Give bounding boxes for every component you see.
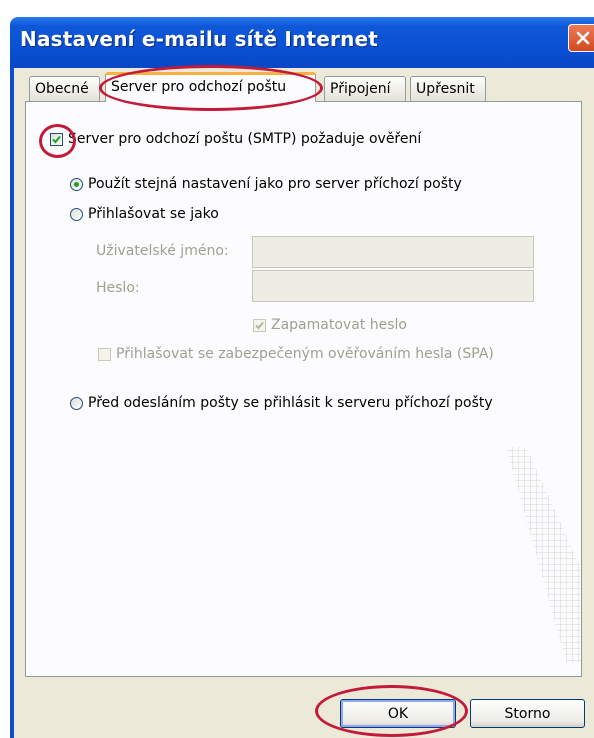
check-icon bbox=[255, 321, 264, 329]
password-field[interactable] bbox=[252, 270, 534, 302]
password-input[interactable] bbox=[253, 271, 533, 301]
remember-password-checkbox[interactable] bbox=[253, 318, 266, 332]
close-button[interactable] bbox=[568, 24, 594, 52]
radio-login-before-send[interactable] bbox=[70, 396, 83, 410]
title-bar[interactable]: Nastavení e-mailu sítě Internet bbox=[10, 17, 594, 68]
tab-outgoing-server[interactable]: Server pro odchozí poštu bbox=[105, 72, 316, 102]
tab-connection[interactable]: Připojení bbox=[324, 76, 406, 102]
remember-password-label: Zapamatovat heslo bbox=[271, 317, 407, 333]
smtp-auth-label: Server pro odchozí poštu (SMTP) požaduje… bbox=[68, 131, 422, 147]
radio-login-before-send-label: Před odesláním pošty se přihlásit k serv… bbox=[88, 395, 493, 411]
ok-button[interactable]: OK bbox=[340, 699, 456, 728]
smtp-auth-row[interactable]: Server pro odchozí poštu (SMTP) požaduje… bbox=[50, 131, 421, 147]
window-title: Nastavení e-mailu sítě Internet bbox=[20, 27, 379, 51]
radio-same-settings-label: Použít stejná nastavení jako pro server … bbox=[88, 176, 462, 192]
radio-log-on-as[interactable] bbox=[70, 207, 83, 221]
check-icon bbox=[52, 135, 61, 143]
spa-checkbox[interactable] bbox=[98, 347, 111, 361]
password-label-row: Heslo: bbox=[96, 280, 140, 296]
radio-same-settings-row[interactable]: Použít stejná nastavení jako pro server … bbox=[70, 176, 462, 192]
username-input[interactable] bbox=[253, 237, 533, 267]
cancel-button[interactable]: Storno bbox=[470, 699, 585, 728]
radio-selected-dot bbox=[74, 181, 79, 187]
smtp-auth-checkbox[interactable] bbox=[50, 132, 63, 146]
username-field[interactable] bbox=[252, 236, 534, 268]
radio-login-before-send-row[interactable]: Před odesláním pošty se přihlásit k serv… bbox=[70, 395, 493, 411]
username-label: Uživatelské jméno: bbox=[96, 243, 229, 259]
close-icon bbox=[576, 31, 589, 45]
remember-password-row[interactable]: Zapamatovat heslo bbox=[253, 317, 407, 333]
tab-general[interactable]: Obecné bbox=[29, 76, 100, 102]
password-label: Heslo: bbox=[96, 280, 140, 296]
radio-log-on-as-label: Přihlašovat se jako bbox=[88, 206, 219, 222]
spa-label: Přihlašovat se zabezpečeným ověřováním h… bbox=[116, 346, 494, 362]
tab-advanced[interactable]: Upřesnit bbox=[410, 76, 486, 102]
radio-log-on-as-row[interactable]: Přihlašovat se jako bbox=[70, 206, 219, 222]
spa-row[interactable]: Přihlašovat se zabezpečeným ověřováním h… bbox=[98, 346, 494, 362]
radio-same-settings[interactable] bbox=[70, 177, 83, 191]
username-label-row: Uživatelské jméno: bbox=[96, 243, 229, 259]
